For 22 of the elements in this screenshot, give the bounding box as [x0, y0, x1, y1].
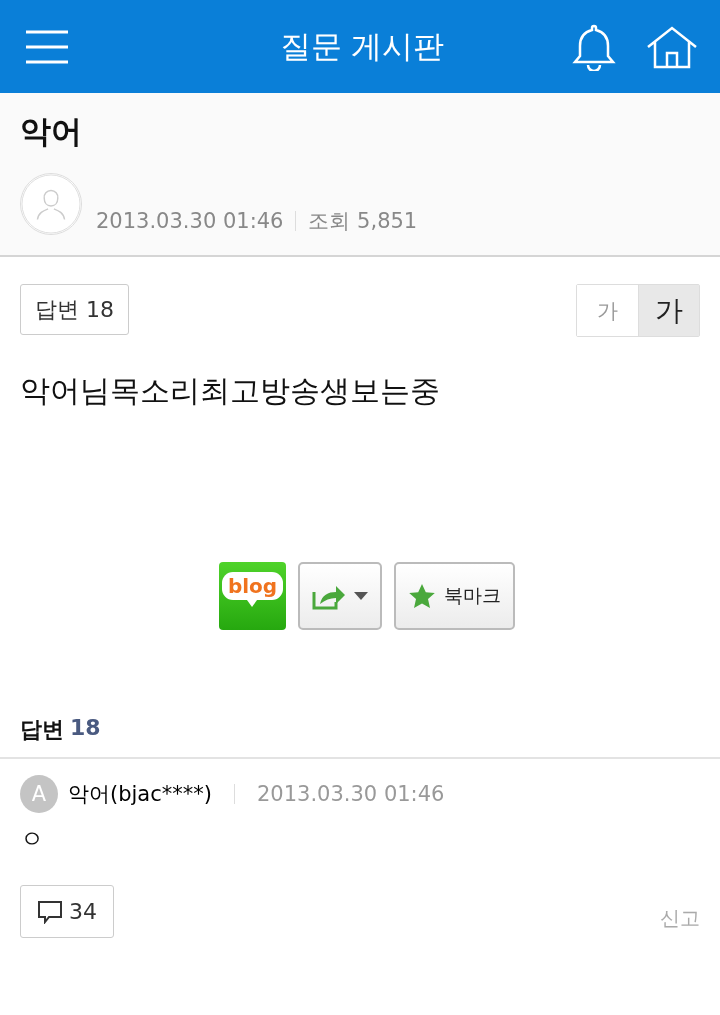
post-date: 2013.03.30 01:46 — [96, 209, 284, 233]
question-title: 악어 — [20, 112, 83, 151]
bell-icon[interactable] — [572, 22, 616, 71]
answers-heading: 답변 — [20, 716, 64, 744]
speech-bubble-icon — [37, 899, 63, 924]
bookmark-button[interactable]: 북마크 — [394, 562, 515, 630]
answer-author: 악어(bjac****) — [68, 781, 212, 808]
home-icon[interactable] — [646, 24, 698, 69]
star-icon — [408, 582, 436, 610]
share-button[interactable] — [298, 562, 382, 630]
caret-icon — [354, 592, 368, 600]
answer-date: 2013.03.30 01:46 — [256, 782, 445, 806]
answers-count: 18 — [70, 715, 101, 742]
avatar: A — [20, 775, 58, 813]
view-count: 조회 5,851 — [308, 208, 418, 235]
answer-count: 답변 18 — [20, 284, 129, 335]
question-body: 악어님목소리최고방송생보는중 — [20, 372, 441, 410]
answer-text: ㅇ — [20, 824, 45, 855]
font-size-toggle[interactable]: 가 — [638, 285, 699, 336]
page-title: 질문 게시판 — [279, 26, 445, 66]
comments-button[interactable]: 34 — [20, 885, 114, 938]
menu-icon[interactable] — [26, 29, 68, 64]
